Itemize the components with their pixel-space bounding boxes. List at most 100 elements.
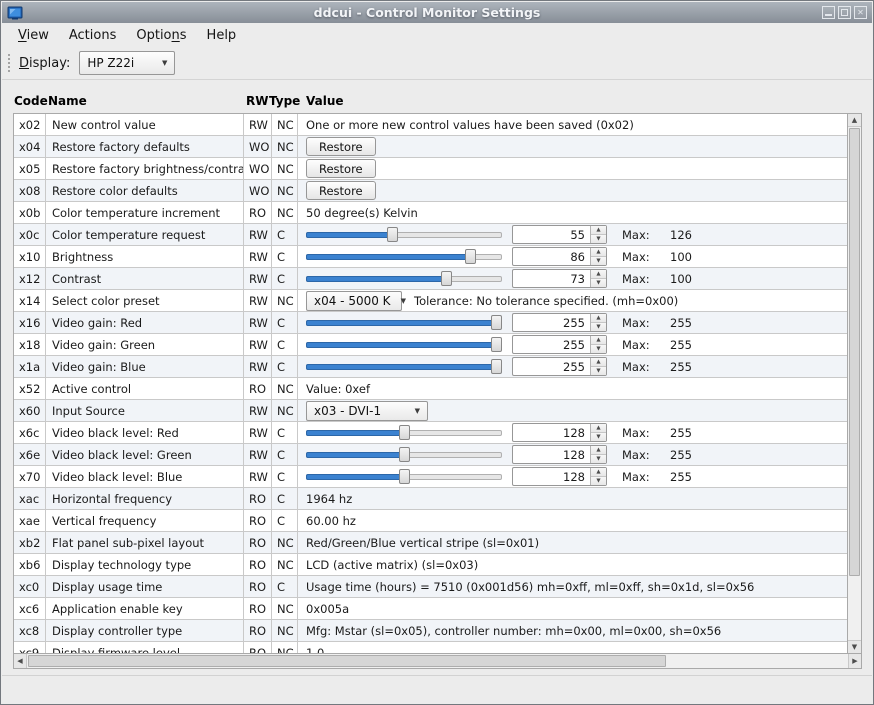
spin-up-icon[interactable]: ▲ (591, 468, 606, 477)
display-label: Display: (19, 56, 70, 71)
feature-row-x14: x14 Select color preset RW NC x04 - 5000… (14, 290, 847, 312)
close-button[interactable]: ✕ (854, 6, 867, 19)
feature-spinbox[interactable]: 86 ▲▼ (512, 247, 607, 266)
menu-item-actions[interactable]: Actions (59, 25, 127, 46)
slider-fill (306, 320, 502, 326)
feature-spinbox[interactable]: 55 ▲▼ (512, 225, 607, 244)
feature-slider[interactable] (306, 337, 502, 352)
slider-handle[interactable] (491, 315, 502, 330)
feature-row-x18: x18 Video gain: Green RW C 255 ▲▼ Max: 2… (14, 334, 847, 356)
toolbar: Display: HP Z22i ▼ (2, 47, 872, 80)
status-bar (2, 675, 872, 703)
horizontal-scroll-thumb[interactable] (28, 655, 666, 667)
spin-down-icon[interactable]: ▼ (591, 235, 606, 243)
max-value: 100 (646, 272, 692, 286)
feature-value: x03 - DVI-1 ▼ (298, 400, 847, 421)
spin-up-icon[interactable]: ▲ (591, 358, 606, 367)
vertical-scroll-thumb[interactable] (849, 128, 860, 576)
slider-handle[interactable] (399, 447, 410, 462)
window-controls: ✕ (819, 6, 867, 19)
feature-slider[interactable] (306, 315, 502, 330)
feature-value: LCD (active matrix) (sl=0x03) (298, 554, 847, 575)
toolbar-drag-handle[interactable] (7, 53, 12, 73)
feature-rw: RO (244, 598, 272, 619)
feature-code: xb2 (14, 532, 46, 553)
feature-spinbox[interactable]: 255 ▲▼ (512, 335, 607, 354)
spin-down-icon[interactable]: ▼ (591, 279, 606, 287)
scroll-left-icon[interactable]: ◀ (14, 654, 27, 668)
feature-name: New control value (46, 114, 244, 135)
feature-value-text: Value: 0xef (306, 382, 370, 396)
spin-down-icon[interactable]: ▼ (591, 477, 606, 485)
feature-type: NC (272, 400, 298, 421)
feature-spinbox[interactable]: 128 ▲▼ (512, 467, 607, 486)
restore-button[interactable]: Restore (306, 137, 376, 156)
slider-handle[interactable] (399, 425, 410, 440)
spin-down-icon[interactable]: ▼ (591, 367, 606, 375)
spin-up-icon[interactable]: ▲ (591, 248, 606, 257)
feature-slider[interactable] (306, 359, 502, 374)
spin-up-icon[interactable]: ▲ (591, 226, 606, 235)
slider-fill (306, 474, 404, 480)
title-bar[interactable]: ddcui - Control Monitor Settings ✕ (2, 2, 872, 23)
max-value: 255 (646, 360, 692, 374)
feature-type: C (272, 422, 298, 443)
feature-spinbox[interactable]: 128 ▲▼ (512, 423, 607, 442)
spin-up-icon[interactable]: ▲ (591, 314, 606, 323)
feature-value-text: Red/Green/Blue vertical stripe (sl=0x01) (306, 536, 539, 550)
slider-handle[interactable] (465, 249, 476, 264)
feature-spinbox[interactable]: 73 ▲▼ (512, 269, 607, 288)
restore-button[interactable]: Restore (306, 159, 376, 178)
spin-down-icon[interactable]: ▼ (591, 455, 606, 463)
spin-up-icon[interactable]: ▲ (591, 336, 606, 345)
feature-slider[interactable] (306, 271, 502, 286)
menu-item-options[interactable]: Options (126, 25, 196, 46)
spin-up-icon[interactable]: ▲ (591, 446, 606, 455)
feature-name: Video gain: Green (46, 334, 244, 355)
spin-down-icon[interactable]: ▼ (591, 323, 606, 331)
feature-row-x04: x04 Restore factory defaults WO NC Resto… (14, 136, 847, 158)
restore-button[interactable]: Restore (306, 181, 376, 200)
feature-spinbox[interactable]: 255 ▲▼ (512, 313, 607, 332)
feature-row-xb6: xb6 Display technology type RO NC LCD (a… (14, 554, 847, 576)
feature-code: x08 (14, 180, 46, 201)
feature-slider[interactable] (306, 469, 502, 484)
feature-slider[interactable] (306, 249, 502, 264)
feature-value: 60.00 hz (298, 510, 847, 531)
slider-handle[interactable] (399, 469, 410, 484)
vertical-scrollbar[interactable]: ▲ ▼ (847, 114, 861, 653)
display-selector[interactable]: HP Z22i ▼ (79, 51, 175, 75)
slider-handle[interactable] (491, 359, 502, 374)
spin-down-icon[interactable]: ▼ (591, 345, 606, 353)
scroll-right-icon[interactable]: ▶ (848, 654, 861, 668)
slider-handle[interactable] (387, 227, 398, 242)
max-value: 255 (646, 338, 692, 352)
scroll-up-icon[interactable]: ▲ (848, 114, 861, 127)
feature-slider[interactable] (306, 425, 502, 440)
spin-up-icon[interactable]: ▲ (591, 424, 606, 433)
feature-spinbox[interactable]: 128 ▲▼ (512, 445, 607, 464)
feature-row-xc6: xc6 Application enable key RO NC 0x005a (14, 598, 847, 620)
spin-down-icon[interactable]: ▼ (591, 433, 606, 441)
feature-code: x70 (14, 466, 46, 487)
feature-value: 255 ▲▼ Max: 255 (298, 356, 847, 377)
spin-up-icon[interactable]: ▲ (591, 270, 606, 279)
slider-fill (306, 232, 392, 238)
feature-code: x60 (14, 400, 46, 421)
feature-spinbox[interactable]: 255 ▲▼ (512, 357, 607, 376)
menu-item-help[interactable]: Help (197, 25, 247, 46)
maximize-button[interactable] (838, 6, 851, 19)
minimize-button[interactable] (822, 6, 835, 19)
slider-handle[interactable] (441, 271, 452, 286)
feature-combo[interactable]: x03 - DVI-1 ▼ (306, 401, 428, 421)
scroll-down-icon[interactable]: ▼ (848, 640, 861, 653)
spin-down-icon[interactable]: ▼ (591, 257, 606, 265)
feature-combo[interactable]: x04 - 5000 K ▼ (306, 291, 402, 311)
feature-slider[interactable] (306, 447, 502, 462)
feature-slider[interactable] (306, 227, 502, 242)
feature-rows: x02 New control value RW NC One or more … (14, 114, 847, 654)
feature-code: x0b (14, 202, 46, 223)
slider-handle[interactable] (491, 337, 502, 352)
menu-item-view[interactable]: View (8, 25, 59, 46)
horizontal-scrollbar[interactable]: ◀ ▶ (13, 654, 862, 669)
